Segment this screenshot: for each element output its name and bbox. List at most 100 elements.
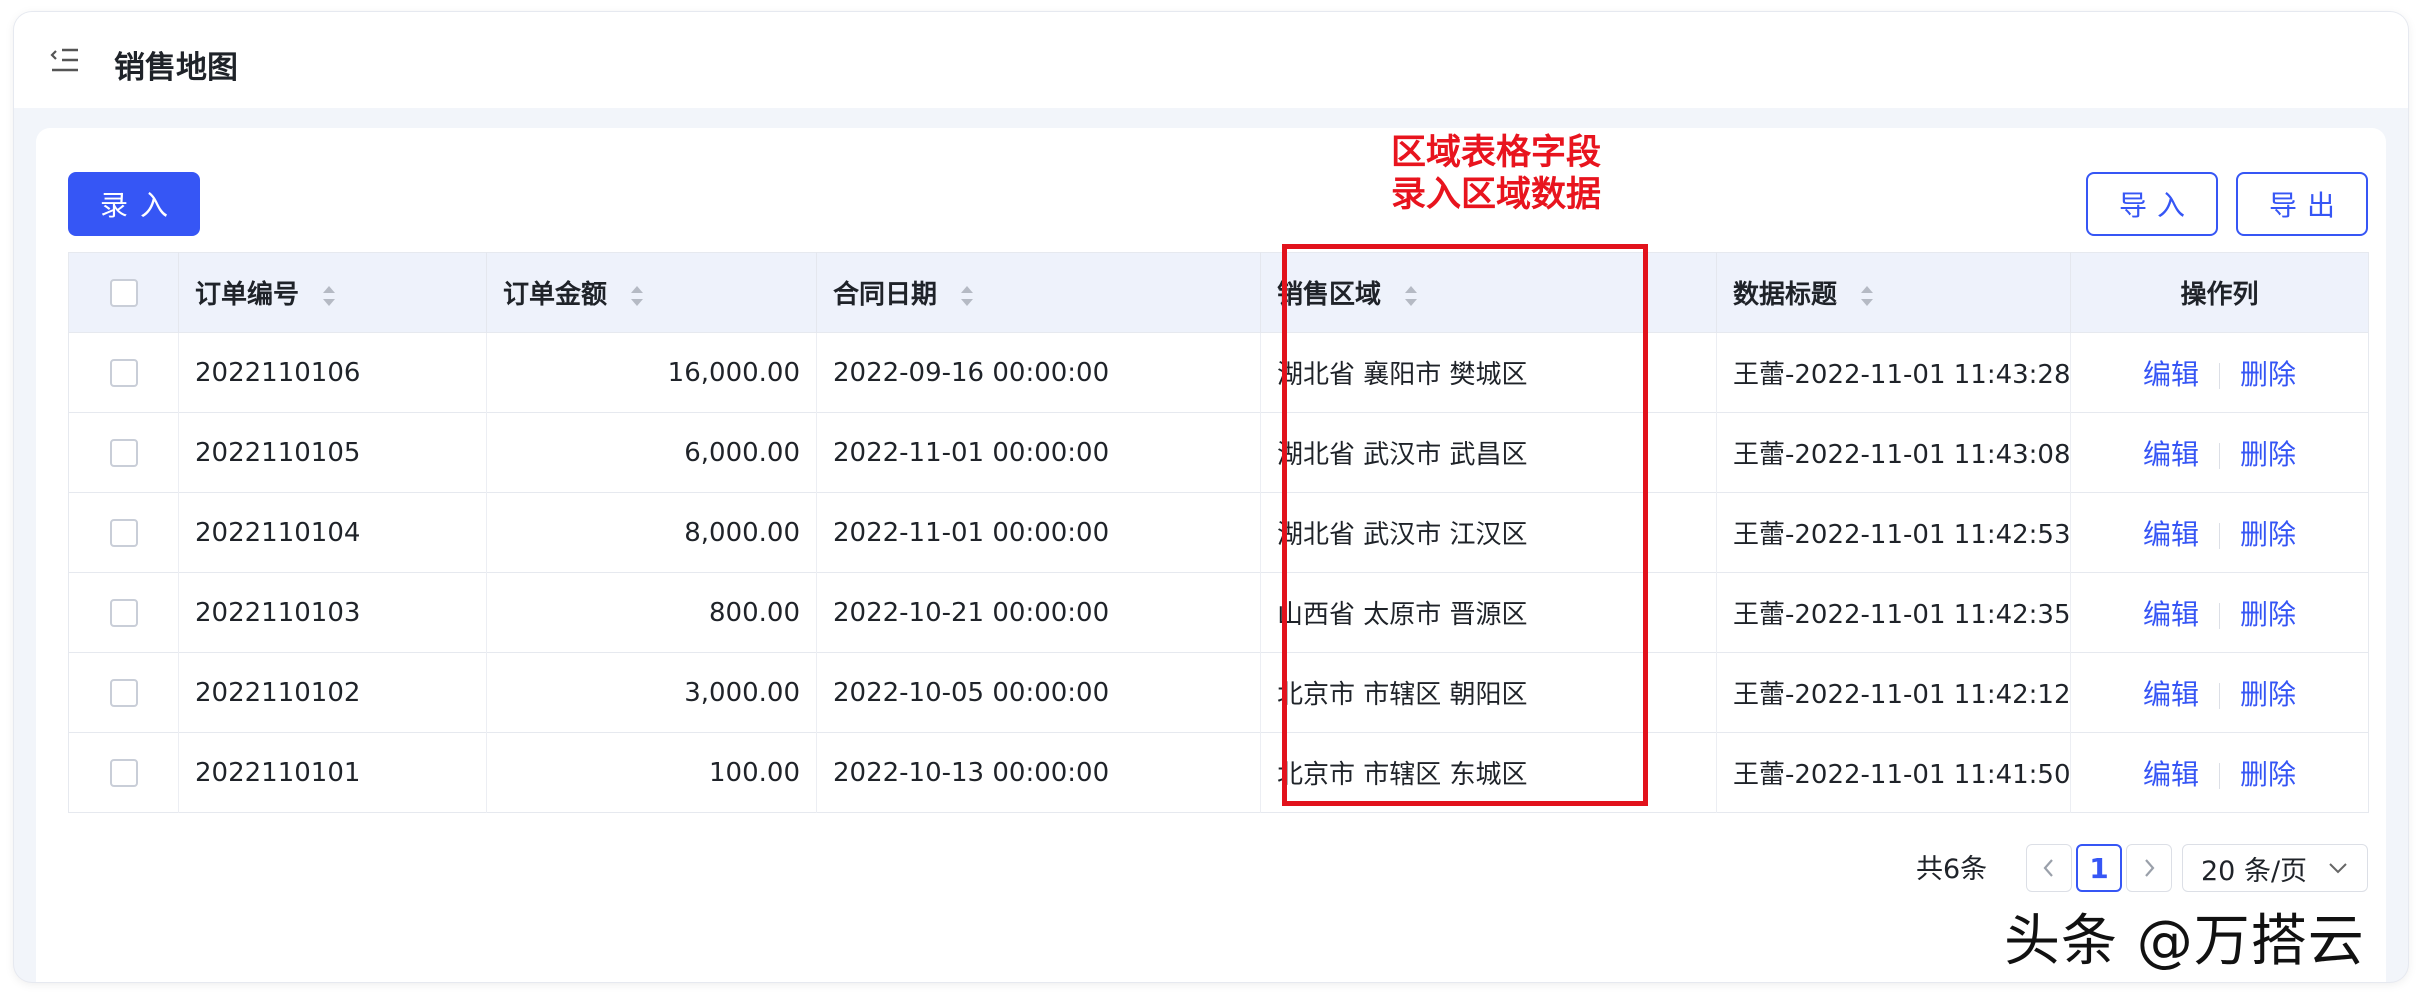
page-number-button[interactable]: 1 [2076,844,2122,892]
export-button[interactable]: 导出 [2236,172,2368,236]
cell-title: 王蕾-2022-11-01 11:42:35 [1716,572,2071,653]
total-count: 共6条 [1916,854,1988,885]
menu-fold-icon[interactable] [50,46,80,74]
delete-link[interactable]: 删除 [2240,678,2296,711]
cell-date: 2022-11-01 00:00:00 [816,492,1261,573]
next-page-button[interactable] [2126,844,2172,892]
row-checkbox[interactable] [109,519,138,547]
prev-page-button[interactable] [2026,844,2072,892]
column-header-amount[interactable]: 订单金额 [486,252,817,333]
edit-link[interactable]: 编辑 [2143,358,2199,391]
edit-link[interactable]: 编辑 [2143,598,2199,631]
sort-icon[interactable] [321,283,337,309]
page-size-value: 20 条/页 [2201,855,2308,887]
delete-link[interactable]: 删除 [2240,518,2296,551]
row-checkbox[interactable] [109,439,138,467]
cell-region: 北京市 市辖区 朝阳区 [1260,652,1717,733]
table-header-row: 订单编号 订单金额 合同日期 销售区域 数据标题 操作列 [68,252,2369,333]
cell-amount: 8,000.00 [486,492,817,573]
edit-link[interactable]: 编辑 [2143,678,2199,711]
edit-link[interactable]: 编辑 [2143,758,2199,791]
cell-ops: 编辑 删除 [2070,492,2369,573]
cell-order-no: 2022110106 [178,332,487,413]
select-all-cell [68,252,179,333]
row-select-cell [68,492,179,573]
cell-order-no: 2022110105 [178,412,487,493]
table-row: 2022110106 16,000.00 2022-09-16 00:00:00… [68,332,2369,413]
cell-order-no: 2022110104 [178,492,487,573]
column-header-title[interactable]: 数据标题 [1716,252,2071,333]
row-select-cell [68,332,179,413]
cell-region: 北京市 市辖区 东城区 [1260,732,1717,813]
import-button[interactable]: 导入 [2086,172,2218,236]
app-window: 销售地图 录入 导入 导出 区域表格字段 录入区域数据 订单编号 订单金额 合同… [14,12,2408,982]
row-select-cell [68,652,179,733]
cell-date: 2022-09-16 00:00:00 [816,332,1261,413]
cell-date: 2022-10-05 00:00:00 [816,652,1261,733]
cell-date: 2022-10-21 00:00:00 [816,572,1261,653]
column-label: 订单金额 [503,280,608,310]
table-row: 2022110103 800.00 2022-10-21 00:00:00 山西… [68,572,2369,653]
annotation-line-2: 录入区域数据 [1390,175,1601,215]
column-label: 合同日期 [833,280,938,310]
cell-title: 王蕾-2022-11-01 11:41:50 [1716,732,2071,813]
column-header-order-no[interactable]: 订单编号 [178,252,487,333]
column-header-region[interactable]: 销售区域 [1260,252,1717,333]
cell-region: 湖北省 武汉市 武昌区 [1260,412,1717,493]
cell-amount: 16,000.00 [486,332,817,413]
cell-amount: 3,000.00 [486,652,817,733]
cell-order-no: 2022110103 [178,572,487,653]
cell-amount: 100.00 [486,732,817,813]
cell-title: 王蕾-2022-11-01 11:43:08 [1716,412,2071,493]
top-bar: 销售地图 [14,12,2408,108]
cell-title: 王蕾-2022-11-01 11:43:28 [1716,332,2071,413]
cell-order-no: 2022110102 [178,652,487,733]
edit-link[interactable]: 编辑 [2143,518,2199,551]
divider [2219,763,2220,789]
cell-date: 2022-10-13 00:00:00 [816,732,1261,813]
chevron-left-icon [2043,859,2053,877]
cell-region: 山西省 太原市 晋源区 [1260,572,1717,653]
edit-link[interactable]: 编辑 [2143,438,2199,471]
row-checkbox[interactable] [109,359,138,387]
delete-link[interactable]: 删除 [2240,758,2296,791]
content-card: 录入 导入 导出 区域表格字段 录入区域数据 订单编号 订单金额 合同日期 销售… [36,128,2386,982]
table-row: 2022110101 100.00 2022-10-13 00:00:00 北京… [68,732,2369,813]
sort-icon[interactable] [1403,283,1419,309]
page-size-select[interactable]: 20 条/页 [2182,844,2368,892]
annotation-text: 区域表格字段 录入区域数据 [1336,132,1656,216]
row-checkbox[interactable] [109,679,138,707]
delete-link[interactable]: 删除 [2240,598,2296,631]
column-header-date[interactable]: 合同日期 [816,252,1261,333]
select-all-checkbox[interactable] [109,279,138,307]
sort-icon[interactable] [959,283,975,309]
cell-ops: 编辑 删除 [2070,572,2369,653]
divider [2219,523,2220,549]
column-label: 订单编号 [195,280,300,310]
row-checkbox[interactable] [109,759,138,787]
column-header-ops: 操作列 [2180,280,2259,310]
delete-link[interactable]: 删除 [2240,358,2296,391]
cell-ops: 编辑 删除 [2070,332,2369,413]
row-select-cell [68,412,179,493]
cell-title: 王蕾-2022-11-01 11:42:12 [1716,652,2071,733]
create-button[interactable]: 录入 [68,172,200,236]
row-select-cell [68,572,179,653]
column-label: 数据标题 [1733,280,1838,310]
row-checkbox[interactable] [109,599,138,627]
delete-link[interactable]: 删除 [2240,438,2296,471]
cell-title: 王蕾-2022-11-01 11:42:53 [1716,492,2071,573]
orders-table: 订单编号 订单金额 合同日期 销售区域 数据标题 操作列 2022110106 … [68,252,2369,813]
divider [2219,683,2220,709]
table-row: 2022110102 3,000.00 2022-10-05 00:00:00 … [68,652,2369,733]
divider [2219,443,2220,469]
column-label: 销售区域 [1277,280,1382,310]
table-row: 2022110104 8,000.00 2022-11-01 00:00:00 … [68,492,2369,573]
annotation-line-1: 区域表格字段 [1390,133,1601,173]
cell-ops: 编辑 删除 [2070,652,2369,733]
sort-icon[interactable] [1859,283,1875,309]
divider [2219,363,2220,389]
row-select-cell [68,732,179,813]
sort-icon[interactable] [629,283,645,309]
divider [2219,603,2220,629]
